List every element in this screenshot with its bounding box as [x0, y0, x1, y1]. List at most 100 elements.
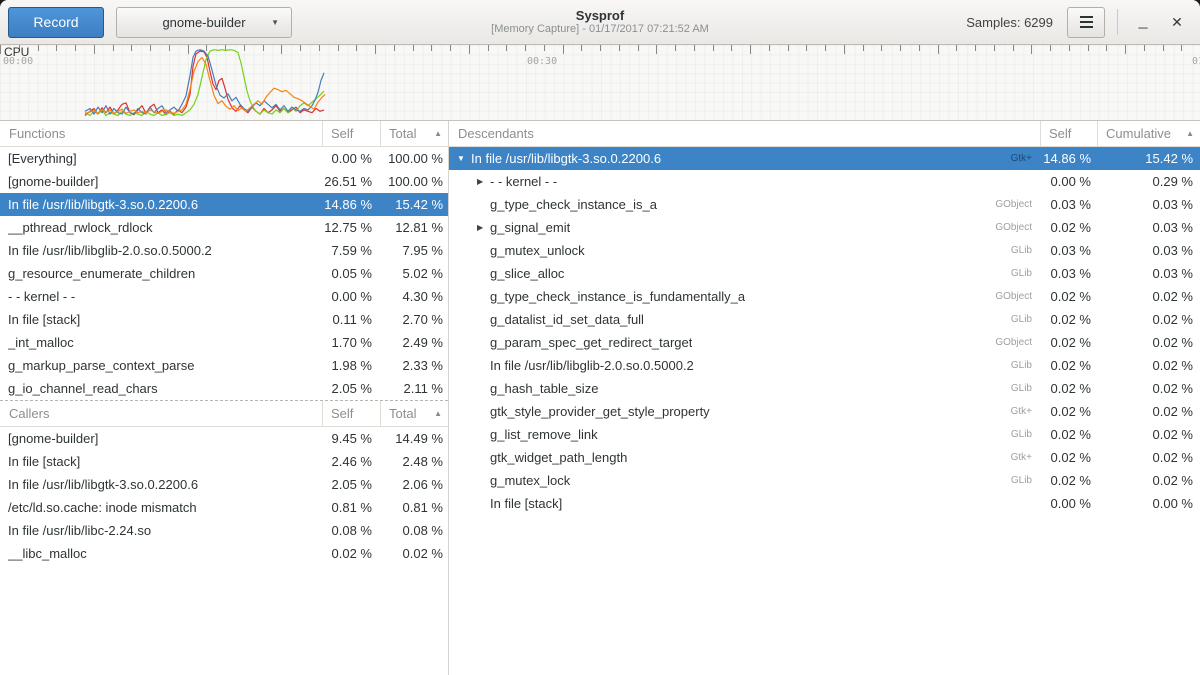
- cell-function-name: gtk_widget_path_lengthGtk+: [449, 450, 1040, 465]
- library-tag: GLib: [1001, 383, 1040, 394]
- table-row[interactable]: g_param_spec_get_redirect_targetGObject 0…: [449, 331, 1200, 354]
- column-header-total[interactable]: Total ▲: [380, 401, 448, 426]
- column-header-functions[interactable]: Functions: [0, 121, 322, 146]
- expander-closed-icon[interactable]: ▶: [477, 223, 490, 232]
- cell-self: 0.00 %: [322, 289, 380, 304]
- table-row[interactable]: gtk_widget_path_lengthGtk+0.02 %0.02 %: [449, 446, 1200, 469]
- table-row[interactable]: gtk_style_provider_get_style_propertyGtk…: [449, 400, 1200, 423]
- table-row[interactable]: __pthread_rwlock_rdlock12.75 %12.81 %: [0, 216, 448, 239]
- column-header-cumulative[interactable]: Cumulative ▲: [1097, 121, 1200, 146]
- minimize-button[interactable]: ─: [1126, 5, 1160, 39]
- cell-function-name: g_type_check_instance_is_fundamentally_a…: [449, 289, 1040, 304]
- library-tag: GObject: [985, 291, 1040, 302]
- function-name: In file [stack]: [490, 496, 562, 511]
- cell-total: 100.00 %: [380, 174, 448, 189]
- cell-total: 5.02 %: [380, 266, 448, 281]
- table-row[interactable]: [gnome-builder]26.51 %100.00 %: [0, 170, 448, 193]
- table-row[interactable]: [Everything]0.00 %100.00 %: [0, 147, 448, 170]
- function-name: g_markup_parse_context_parse: [8, 358, 194, 373]
- menu-button[interactable]: [1067, 7, 1105, 38]
- descendants-table-header: Descendants Self Cumulative ▲: [449, 121, 1200, 147]
- table-row[interactable]: g_list_remove_linkGLib0.02 %0.02 %: [449, 423, 1200, 446]
- function-name: g_datalist_id_set_data_full: [490, 312, 644, 327]
- function-name: In file [stack]: [8, 312, 80, 327]
- library-tag: GObject: [985, 222, 1040, 233]
- expander-closed-icon[interactable]: ▶: [477, 177, 490, 186]
- table-row[interactable]: /etc/ld.so.cache: inode mismatch0.81 %0.…: [0, 496, 448, 519]
- cell-self: 0.03 %: [1040, 266, 1097, 281]
- library-tag: GLib: [1001, 360, 1040, 371]
- table-row[interactable]: In file [stack]0.00 %0.00 %: [449, 492, 1200, 515]
- cell-total: 0.02 %: [380, 546, 448, 561]
- table-row[interactable]: [gnome-builder]9.45 %14.49 %: [0, 427, 448, 450]
- table-row[interactable]: In file /usr/lib/libgtk-3.so.0.2200.614.…: [0, 193, 448, 216]
- cell-function-name: In file /usr/lib/libgtk-3.so.0.2200.6: [0, 197, 322, 212]
- process-selector-dropdown[interactable]: gnome-builder ▼: [116, 7, 292, 38]
- table-row[interactable]: In file [stack]0.11 %2.70 %: [0, 308, 448, 331]
- table-row[interactable]: g_datalist_id_set_data_fullGLib0.02 %0.0…: [449, 308, 1200, 331]
- cell-cumulative: 0.00 %: [1097, 496, 1200, 511]
- table-row[interactable]: ▶- - kernel - -0.00 %0.29 %: [449, 170, 1200, 193]
- close-button[interactable]: ✕: [1160, 5, 1194, 39]
- column-header-total[interactable]: Total ▲: [380, 121, 448, 146]
- cell-function-name: [gnome-builder]: [0, 431, 322, 446]
- table-row[interactable]: ▶g_signal_emitGObject0.02 %0.03 %: [449, 216, 1200, 239]
- library-tag: GLib: [1001, 429, 1040, 440]
- column-header-descendants[interactable]: Descendants: [449, 121, 1040, 146]
- table-row[interactable]: In file /usr/lib/libgtk-3.so.0.2200.62.0…: [0, 473, 448, 496]
- function-name: g_io_channel_read_chars: [8, 381, 158, 396]
- descendants-rows: ▼In file /usr/lib/libgtk-3.so.0.2200.6Gt…: [449, 147, 1200, 515]
- table-row[interactable]: _int_malloc1.70 %2.49 %: [0, 331, 448, 354]
- cell-total: 2.11 %: [380, 381, 448, 396]
- table-row[interactable]: g_mutex_lockGLib0.02 %0.02 %: [449, 469, 1200, 492]
- record-button[interactable]: Record: [8, 7, 104, 38]
- column-header-callers[interactable]: Callers: [0, 401, 322, 426]
- cell-function-name: __libc_malloc: [0, 546, 322, 561]
- function-name: __libc_malloc: [8, 546, 87, 561]
- sort-ascending-icon: ▲: [1186, 129, 1200, 138]
- table-row[interactable]: - - kernel - -0.00 %4.30 %: [0, 285, 448, 308]
- window-title: Sysprof: [576, 8, 624, 23]
- cell-total: 4.30 %: [380, 289, 448, 304]
- function-name: In file /usr/lib/libglib-2.0.so.0.5000.2: [8, 243, 212, 258]
- cpu-blue-line: [85, 50, 324, 114]
- column-header-self[interactable]: Self: [322, 121, 380, 146]
- expander-open-icon[interactable]: ▼: [457, 154, 471, 163]
- table-row[interactable]: In file /usr/lib/libc-2.24.so0.08 %0.08 …: [0, 519, 448, 542]
- column-header-self[interactable]: Self: [1040, 121, 1097, 146]
- process-selector-value: gnome-builder: [162, 15, 245, 30]
- table-row[interactable]: g_io_channel_read_chars2.05 %2.11 %: [0, 377, 448, 400]
- table-row[interactable]: g_hash_table_sizeGLib0.02 %0.02 %: [449, 377, 1200, 400]
- table-row[interactable]: g_slice_allocGLib0.03 %0.03 %: [449, 262, 1200, 285]
- function-name: - - kernel - -: [490, 174, 557, 189]
- cell-self: 0.00 %: [322, 151, 380, 166]
- cell-self: 1.70 %: [322, 335, 380, 350]
- cell-function-name: ▼In file /usr/lib/libgtk-3.so.0.2200.6Gt…: [449, 151, 1040, 166]
- cell-self: 0.02 %: [1040, 220, 1097, 235]
- table-row[interactable]: In file /usr/lib/libglib-2.0.so.0.5000.2…: [0, 239, 448, 262]
- headerbar: Record gnome-builder ▼ Sysprof [Memory C…: [0, 0, 1200, 45]
- table-row[interactable]: g_mutex_unlockGLib0.03 %0.03 %: [449, 239, 1200, 262]
- table-row[interactable]: g_type_check_instance_is_aGObject0.03 %0…: [449, 193, 1200, 216]
- cell-self: 0.00 %: [1040, 174, 1097, 189]
- cell-self: 12.75 %: [322, 220, 380, 235]
- table-row[interactable]: g_type_check_instance_is_fundamentally_a…: [449, 285, 1200, 308]
- function-name: g_signal_emit: [490, 220, 570, 235]
- table-row[interactable]: In file /usr/lib/libglib-2.0.so.0.5000.2…: [449, 354, 1200, 377]
- cell-self: 0.08 %: [322, 523, 380, 538]
- table-row[interactable]: __libc_malloc0.02 %0.02 %: [0, 542, 448, 565]
- table-row[interactable]: ▼In file /usr/lib/libgtk-3.so.0.2200.6Gt…: [449, 147, 1200, 170]
- cell-cumulative: 0.02 %: [1097, 335, 1200, 350]
- functions-table-header: Functions Self Total ▲: [0, 121, 448, 147]
- cell-cumulative: 0.03 %: [1097, 266, 1200, 281]
- table-row[interactable]: In file [stack]2.46 %2.48 %: [0, 450, 448, 473]
- cell-function-name: g_mutex_unlockGLib: [449, 243, 1040, 258]
- time-axis-label: 00:30: [527, 56, 557, 67]
- cell-function-name: g_param_spec_get_redirect_targetGObject: [449, 335, 1040, 350]
- table-row[interactable]: g_markup_parse_context_parse1.98 %2.33 %: [0, 354, 448, 377]
- column-header-self[interactable]: Self: [322, 401, 380, 426]
- cell-cumulative: 0.02 %: [1097, 427, 1200, 442]
- cpu-graph[interactable]: CPU 00:0000:3001:00: [0, 45, 1200, 121]
- table-row[interactable]: g_resource_enumerate_children0.05 %5.02 …: [0, 262, 448, 285]
- cell-function-name: __pthread_rwlock_rdlock: [0, 220, 322, 235]
